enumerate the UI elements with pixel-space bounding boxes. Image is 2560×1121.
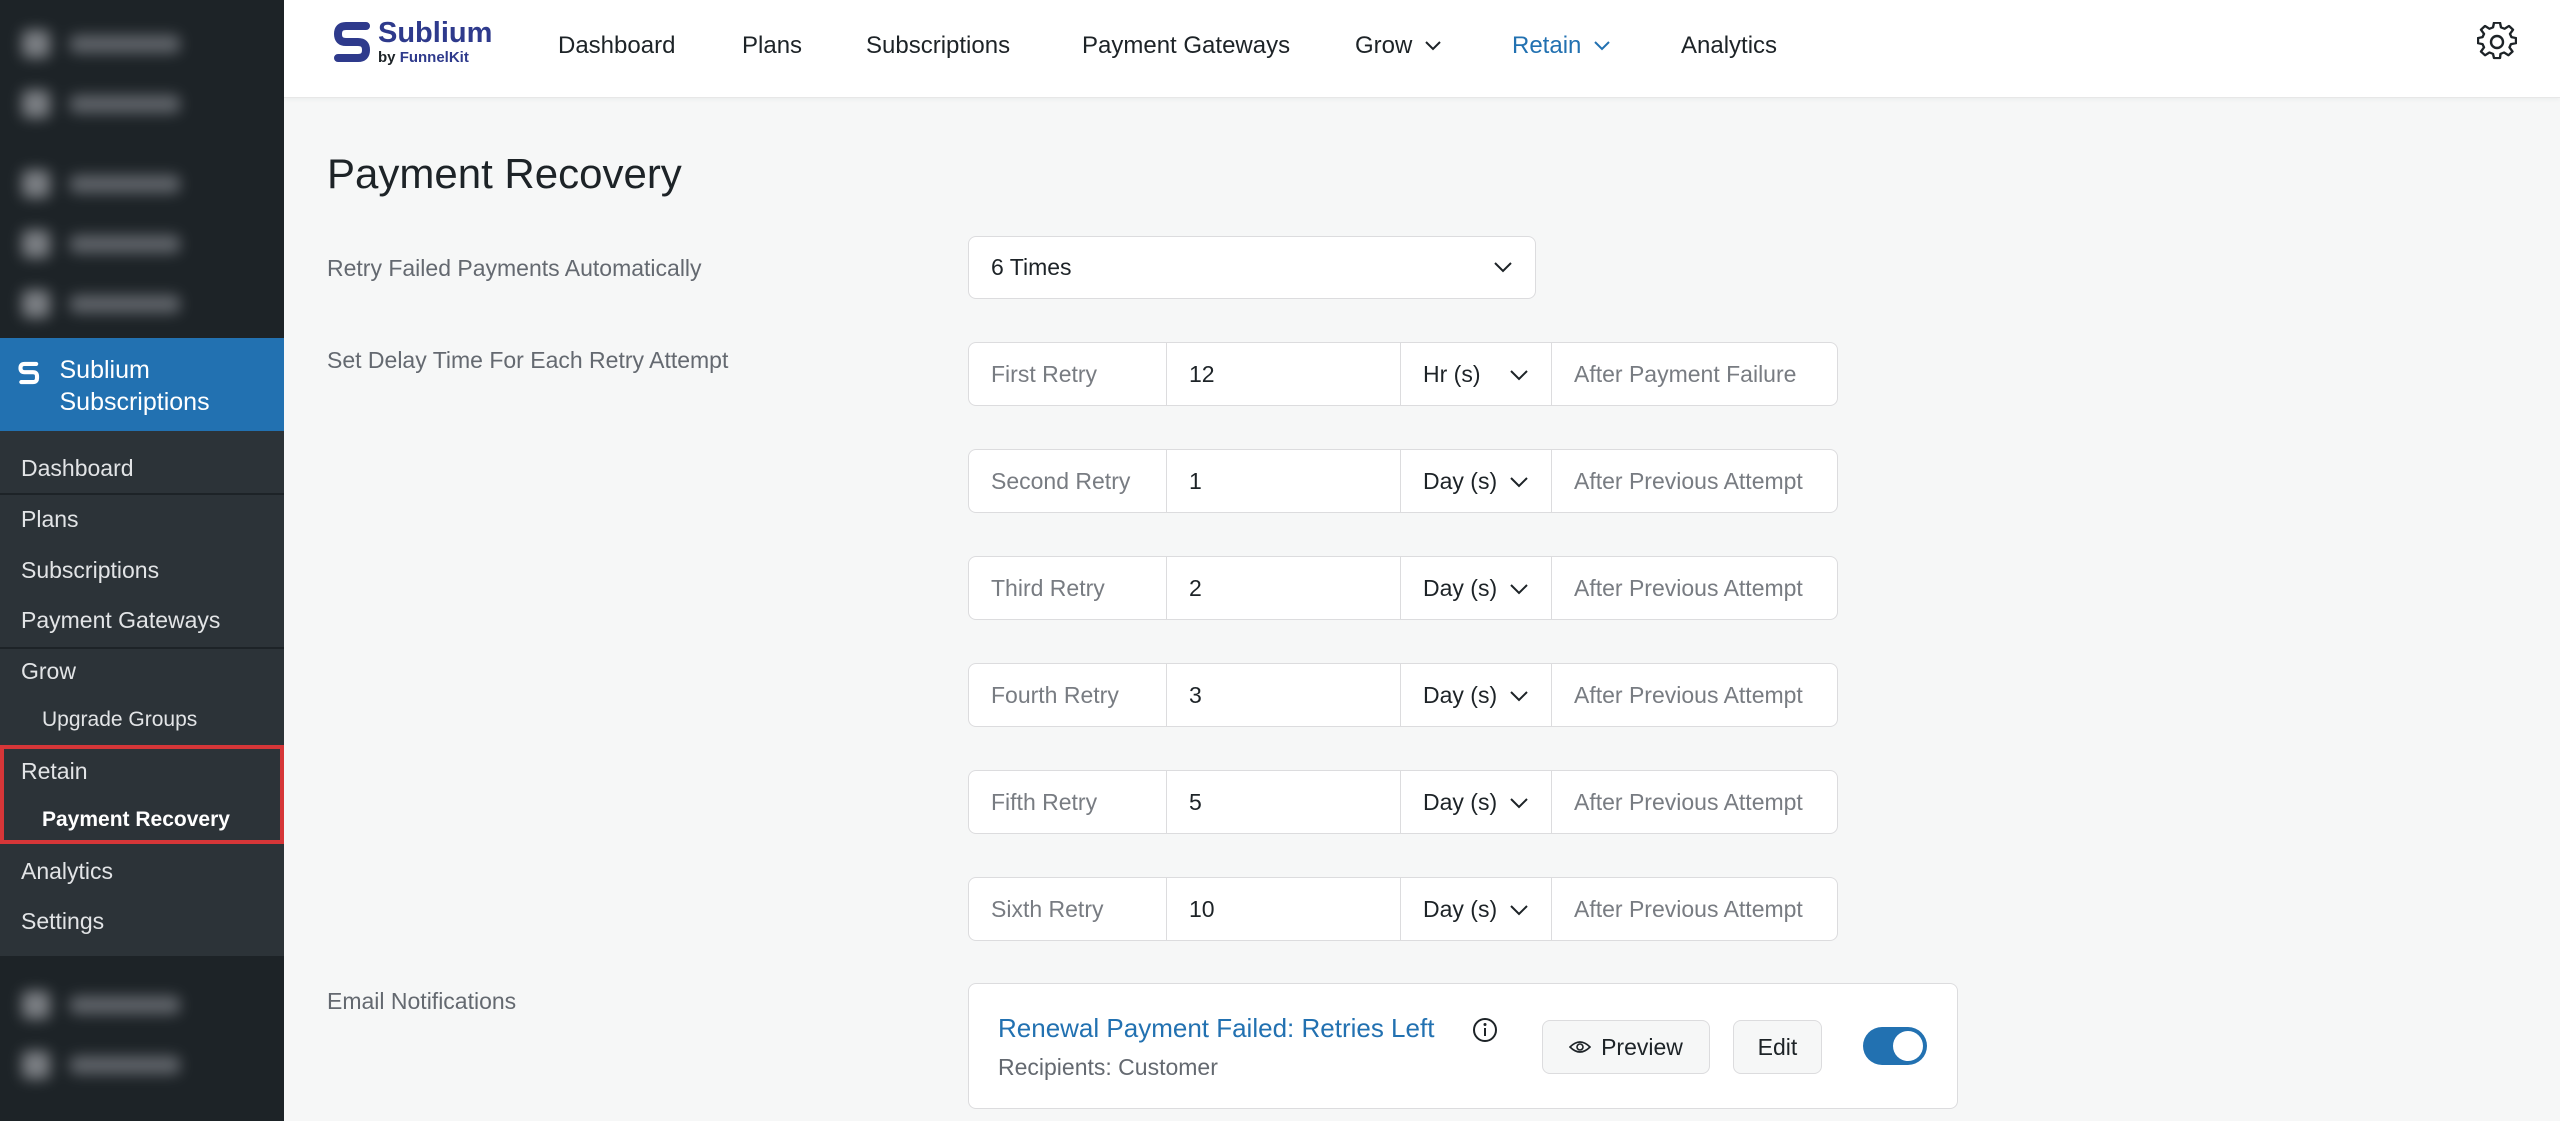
retry-after-text: After Previous Attempt (1574, 574, 1803, 601)
nav-plans-label: Plans (742, 32, 803, 59)
retry-unit-select[interactable]: Day (s) (1401, 878, 1552, 940)
retry-unit-value: Day (s) (1423, 681, 1498, 708)
email-field-label: Email Notifications (327, 988, 517, 1014)
retry-row: Second Retry 1 Day (s) After Previous Attem… (968, 449, 1838, 513)
preview-button[interactable]: Preview (1542, 1020, 1710, 1074)
sublium-logo-icon (333, 22, 371, 62)
chevron-down-icon (1510, 477, 1528, 488)
chevron-down-icon (1510, 584, 1528, 595)
retry-unit-value: Day (s) (1423, 895, 1498, 922)
email-notification-card: Renewal Payment Failed: Retries Left Rec… (968, 983, 1958, 1109)
edit-button-label: Edit (1757, 1033, 1798, 1060)
retry-delay-input[interactable]: 1 (1167, 450, 1401, 512)
nav-grow[interactable]: Grow (1355, 32, 1442, 60)
sidebar-item-plans[interactable]: Plans (21, 506, 79, 533)
email-recipients: Recipients: Customer (998, 1054, 1218, 1080)
chevron-down-icon (1425, 41, 1442, 51)
nav-analytics-label: Analytics (1681, 32, 1778, 59)
brand-name: Sublium (378, 17, 493, 49)
retry-delay-input[interactable]: 2 (1167, 557, 1401, 619)
retry-after-text: After Payment Failure (1574, 360, 1797, 387)
chevron-down-icon (1510, 691, 1528, 702)
nav-retain-label: Retain (1512, 32, 1582, 59)
sidebar-item-subscriptions[interactable]: Subscriptions (21, 557, 159, 584)
admin-sidebar: Sublium Subscriptions Dashboard Plans Su… (0, 0, 284, 1121)
retry-label: Fourth Retry (969, 664, 1167, 726)
retry-after-text: After Previous Attempt (1574, 895, 1803, 922)
retry-unit-value: Day (s) (1423, 574, 1498, 601)
info-icon[interactable] (1472, 1017, 1498, 1043)
retry-label: Fifth Retry (969, 771, 1167, 833)
retry-after-text: After Previous Attempt (1574, 788, 1803, 815)
brand-company: FunnelKit (399, 49, 469, 66)
nav-grow-label: Grow (1355, 32, 1413, 59)
retry-delay-input[interactable]: 5 (1167, 771, 1401, 833)
brand-logo[interactable]: Sublium by FunnelKit (332, 18, 492, 66)
sidebar-item-upgrade-groups[interactable]: Upgrade Groups (42, 708, 197, 732)
gear-icon[interactable] (2477, 22, 2517, 62)
chevron-down-icon (1594, 41, 1611, 51)
chevron-down-icon (1510, 370, 1528, 381)
nav-payment-gateways[interactable]: Payment Gateways (1082, 32, 1290, 60)
retry-unit-value: Day (s) (1423, 788, 1498, 815)
page-title: Payment Recovery (327, 150, 682, 197)
nav-subscriptions-label: Subscriptions (866, 32, 1011, 59)
retry-label: Second Retry (969, 450, 1167, 512)
nav-payment-gateways-label: Payment Gateways (1082, 32, 1291, 59)
sidebar-item-analytics[interactable]: Analytics (21, 858, 113, 885)
retry-row: Third Retry 2 Day (s) After Previous Attemp… (968, 556, 1838, 620)
brand-by: by (378, 49, 400, 66)
sidebar-plugin-header[interactable]: Sublium Subscriptions (0, 338, 284, 431)
preview-button-label: Preview (1601, 1033, 1683, 1060)
retry-row: Fifth Retry 5 Day (s) After Previous Attemp… (968, 770, 1838, 834)
retry-label: First Retry (969, 343, 1167, 405)
retry-delay-input[interactable]: 3 (1167, 664, 1401, 726)
retry-row: Fourth Retry 3 Day (s) After Previous Attem… (968, 663, 1838, 727)
retry-unit-select[interactable]: Day (s) (1401, 771, 1552, 833)
sidebar-item-settings[interactable]: Settings (21, 908, 104, 935)
nav-retain[interactable]: Retain (1512, 32, 1611, 60)
sidebar-plugin-title: Sublium Subscriptions (59, 356, 210, 416)
retry-unit-select[interactable]: Day (s) (1401, 557, 1552, 619)
retry-field-label: Retry Failed Payments Automatically (327, 255, 702, 281)
retry-row: Sixth Retry 10 Day (s) After Previous Attem… (968, 877, 1838, 941)
delay-field-label: Set Delay Time For Each Retry Attempt (327, 347, 729, 373)
retry-count-select[interactable]: 6 Times (968, 236, 1536, 299)
retry-unit-value: Day (s) (1423, 467, 1498, 494)
chevron-down-icon (1494, 262, 1512, 273)
sidebar-item-grow[interactable]: Grow (21, 658, 76, 685)
nav-plans[interactable]: Plans (742, 32, 802, 60)
email-template-link[interactable]: Renewal Payment Failed: Retries Left (998, 1013, 1434, 1044)
retry-label: Sixth Retry (969, 878, 1167, 940)
retry-unit-value: Hr (s) (1423, 360, 1481, 387)
blurred-menu-top (0, 14, 284, 334)
highlight-box (0, 745, 284, 844)
retry-delay-input[interactable]: 12 (1167, 343, 1401, 405)
nav-subscriptions[interactable]: Subscriptions (866, 32, 1010, 60)
nav-analytics[interactable]: Analytics (1681, 32, 1777, 60)
sidebar-item-dashboard[interactable]: Dashboard (21, 455, 134, 482)
eye-icon (1569, 1041, 1592, 1053)
edit-button[interactable]: Edit (1733, 1020, 1822, 1074)
nav-dashboard[interactable]: Dashboard (558, 32, 675, 60)
retry-count-value: 6 Times (991, 254, 1072, 280)
retry-row: First Retry 12 Hr (s) After Payment Failure (968, 342, 1838, 406)
top-navigation: Sublium by FunnelKit Dashboard Plans Sub… (284, 0, 2560, 98)
email-enabled-toggle[interactable] (1863, 1027, 1927, 1065)
retry-delay-input[interactable]: 10 (1167, 878, 1401, 940)
blurred-menu-bottom (0, 975, 284, 1095)
retry-after-text: After Previous Attempt (1574, 467, 1803, 494)
sidebar-item-payment-gateways[interactable]: Payment Gateways (21, 607, 220, 634)
toggle-knob (1893, 1031, 1923, 1061)
chevron-down-icon (1510, 798, 1528, 809)
retry-label: Third Retry (969, 557, 1167, 619)
retry-unit-select[interactable]: Day (s) (1401, 664, 1552, 726)
retry-unit-select[interactable]: Hr (s) (1401, 343, 1552, 405)
sublium-logo-icon (18, 361, 40, 385)
retry-after-text: After Previous Attempt (1574, 681, 1803, 708)
retry-unit-select[interactable]: Day (s) (1401, 450, 1552, 512)
nav-dashboard-label: Dashboard (558, 32, 676, 59)
chevron-down-icon (1510, 905, 1528, 916)
